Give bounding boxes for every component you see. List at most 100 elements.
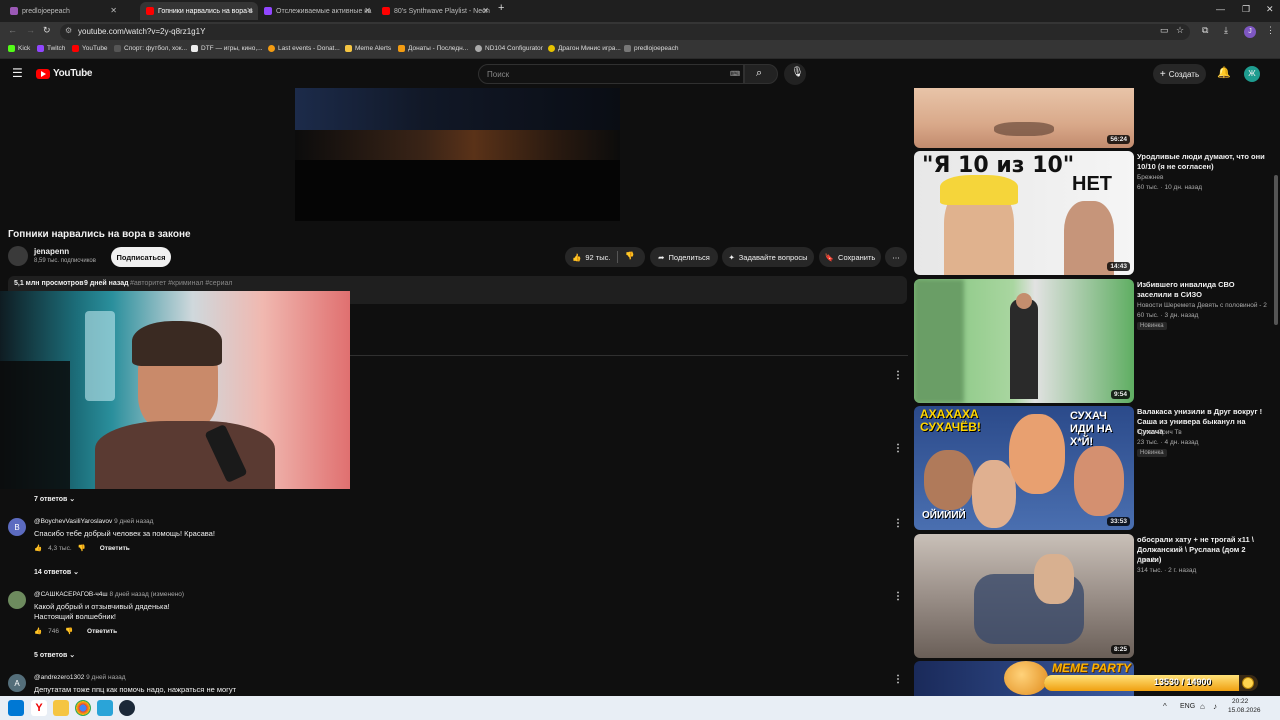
youtube-logo[interactable]: YouTube [36, 68, 93, 79]
minimize-button[interactable]: — [1216, 4, 1225, 14]
bookmark-star-icon[interactable]: ☆ [1176, 25, 1184, 36]
video-player[interactable] [295, 88, 620, 221]
comment-author[interactable]: @BoychevVasiliYaroslavov 9 дней назад [34, 518, 153, 525]
replies-toggle[interactable]: 14 ответов ⌄ [34, 568, 79, 576]
hamburger-menu-icon[interactable]: ☰ [12, 66, 23, 80]
url-input[interactable]: ⚙ youtube.com/watch?v=2y-q8rz1g1Y [60, 24, 1190, 40]
close-tab-icon[interactable]: ✕ [364, 6, 371, 15]
close-window-button[interactable]: ✕ [1266, 4, 1274, 15]
video-thumbnail[interactable]: 56:24 [914, 88, 1134, 148]
notifications-bell-icon[interactable]: 🔔 [1217, 66, 1231, 79]
language-indicator[interactable]: ENG [1180, 703, 1195, 710]
bookmark-item[interactable]: Донаты - Последн... [398, 45, 468, 52]
maximize-button[interactable]: ❐ [1242, 4, 1250, 15]
save-button[interactable]: 🔖 Сохранить [819, 247, 881, 267]
comment-avatar[interactable] [8, 591, 26, 609]
kick-icon [8, 45, 15, 52]
comment-avatar[interactable]: A [8, 674, 26, 692]
account-avatar[interactable]: Ж [1244, 66, 1260, 82]
bookmark-item[interactable]: Драгон Минис игра... [548, 45, 621, 52]
hashtags[interactable]: #авторитет #криминал #сериал [130, 280, 232, 287]
share-button[interactable]: ➦ Поделиться [650, 247, 718, 267]
bookmark-item[interactable]: Meme Alerts [345, 45, 391, 52]
comment-author[interactable]: @andrezero1302 9 дней назад [34, 674, 126, 681]
browser-tab[interactable]: predlojoepeach ✕ [4, 2, 122, 20]
voice-search-button[interactable]: 🎙 [784, 63, 806, 85]
site-info-icon[interactable]: ⚙ [65, 26, 72, 35]
video-channel[interactable]: Дом 2 [1137, 557, 1155, 564]
search-button[interactable]: ⌕ [744, 64, 778, 84]
downloads-icon[interactable]: ⤓ [1224, 25, 1228, 36]
tray-chevron-icon[interactable]: ^ [1163, 702, 1167, 711]
yandex-browser-icon[interactable]: Y [31, 700, 47, 716]
windows-start-icon[interactable] [8, 700, 24, 716]
clock-date[interactable]: 15.08.2026 [1228, 707, 1261, 714]
close-tab-icon[interactable]: ✕ [482, 6, 489, 15]
file-explorer-icon[interactable] [53, 700, 69, 716]
subscribe-button[interactable]: Подписаться [111, 247, 171, 267]
video-thumbnail[interactable]: 9:54 [914, 279, 1134, 403]
thumbs-down-icon[interactable]: 👎 [65, 627, 73, 635]
thumbs-down-icon[interactable]: 👎 [78, 544, 86, 552]
comment-menu-icon[interactable]: ⋮ [893, 443, 903, 454]
network-icon[interactable]: ⌂ [1200, 702, 1205, 711]
bookmark-item[interactable]: ND104 Configurator [475, 45, 543, 52]
bookmark-item[interactable]: predlojoepeach [624, 45, 678, 52]
close-tab-icon[interactable]: ✕ [110, 6, 117, 15]
video-thumbnail[interactable]: "Я 10 из 10" НЕТ 14:43 [914, 151, 1134, 275]
new-tab-button[interactable]: + [498, 2, 504, 14]
reply-button[interactable]: Ответить [87, 628, 117, 635]
back-icon[interactable]: ← [8, 25, 17, 35]
comment-avatar[interactable]: B [8, 518, 26, 536]
comment-menu-icon[interactable]: ⋮ [893, 518, 903, 529]
chrome-icon[interactable] [75, 700, 91, 716]
thumbs-up-icon[interactable]: 👍 [34, 544, 42, 552]
bookmark-item[interactable]: DTF — игры, кино,... [191, 45, 263, 52]
replies-toggle[interactable]: 5 ответов ⌄ [34, 651, 75, 659]
search-input[interactable]: Поиск [478, 64, 744, 84]
ask-button[interactable]: ✦ Задавайте вопросы [722, 247, 814, 267]
video-thumbnail[interactable]: 8:25 [914, 534, 1134, 658]
calculator-icon[interactable] [97, 700, 113, 716]
clock-time[interactable]: 20:22 [1232, 698, 1248, 705]
thumbs-down-icon[interactable]: 👎 [625, 251, 634, 260]
forward-icon[interactable]: → [26, 25, 35, 35]
comment-menu-icon[interactable]: ⋮ [893, 591, 903, 602]
thumbs-up-icon[interactable]: 👍 [572, 253, 581, 262]
bookmark-item[interactable]: Kick [8, 45, 30, 52]
more-actions-button[interactable]: ⋯ [885, 247, 907, 267]
bookmark-item[interactable]: YouTube [72, 45, 108, 52]
volume-icon[interactable]: ♪ [1213, 702, 1217, 711]
video-title[interactable]: Избившего инвалида СВО заселили в СИЗО [1137, 280, 1265, 300]
video-channel[interactable]: Трич и Трич Тв [1137, 429, 1182, 436]
channel-avatar[interactable] [8, 246, 28, 266]
bookmark-item[interactable]: Спорт: футбол, хок... [114, 45, 187, 52]
browser-tab[interactable]: 80's Synthwave Playlist - Neon ✕ [376, 2, 494, 20]
channel-name[interactable]: jenapenn [34, 247, 69, 256]
video-channel[interactable]: Брежнев [1137, 174, 1163, 181]
browser-tab[interactable]: Отслеживаемые активные ка ✕ [258, 2, 376, 20]
video-title[interactable]: Уродливые люди думают, что они 10/10 (я … [1137, 152, 1265, 172]
video-channel[interactable]: Новости Шеремета Девять с половиной - 2 [1137, 302, 1267, 309]
create-button[interactable]: + Создать [1153, 64, 1206, 84]
steam-icon[interactable] [119, 700, 135, 716]
profile-avatar[interactable]: J [1244, 26, 1256, 38]
keyboard-icon[interactable]: ⌨ [730, 70, 740, 78]
thumbs-up-icon[interactable]: 👍 [34, 627, 42, 635]
video-title[interactable]: обосрали хату + не трогай х11 \ Должанск… [1137, 535, 1265, 565]
comment-menu-icon[interactable]: ⋮ [893, 674, 903, 685]
comment-author[interactable]: @САШКАСЕРАГОВ-ч4ш 8 дней назад (изменено… [34, 591, 184, 598]
video-thumbnail[interactable]: АХАХАХА СУХАЧЁВ! СУХАЧ ИДИ НА Х*Й! ОЙИЙИ… [914, 406, 1134, 530]
replies-toggle[interactable]: 7 ответов ⌄ [34, 495, 75, 503]
menu-icon[interactable]: ⋮ [1266, 25, 1275, 36]
bookmark-item[interactable]: Last events - Donat... [268, 45, 340, 52]
close-tab-icon[interactable]: ✕ [246, 6, 253, 15]
install-icon[interactable]: ▭ [1160, 25, 1169, 36]
extensions-icon[interactable]: ⧉ [1202, 25, 1208, 36]
browser-tab-active[interactable]: Гопники нарвались на вора в ✕ [140, 2, 258, 20]
reload-icon[interactable]: ↻ [43, 25, 51, 36]
bookmark-item[interactable]: Twitch [37, 45, 65, 52]
comment-menu-icon[interactable]: ⋮ [893, 370, 903, 381]
reply-button[interactable]: Ответить [100, 545, 130, 552]
scrollbar-thumb[interactable] [1274, 175, 1278, 325]
